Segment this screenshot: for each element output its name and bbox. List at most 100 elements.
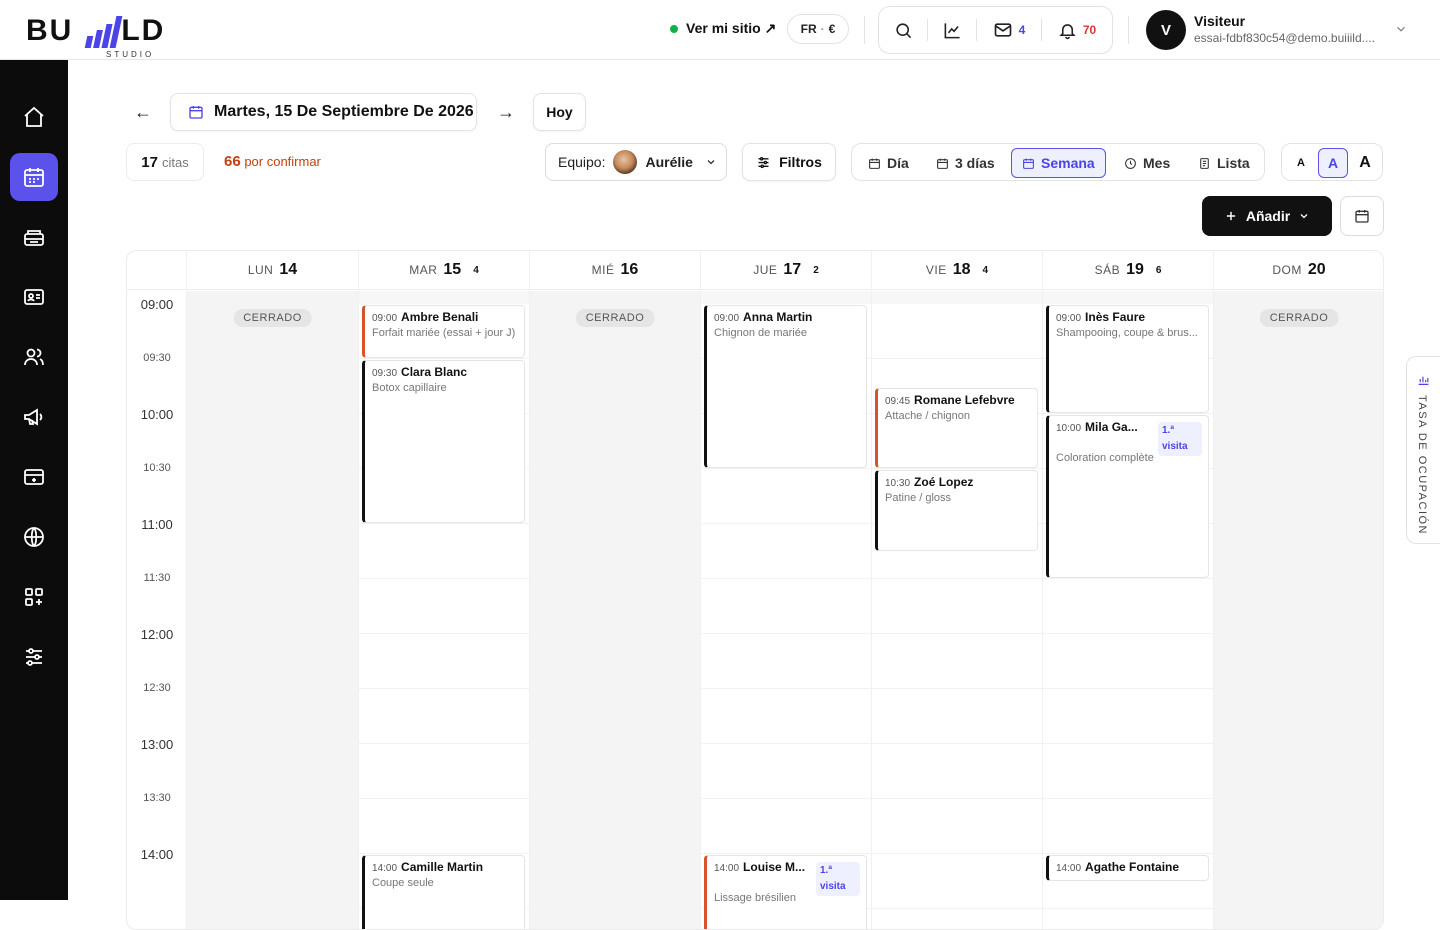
view-week[interactable]: Semana [1011,148,1106,178]
appointment-card[interactable]: 14:00 Camille Martin Coupe seule [362,855,525,929]
sidebar-item-users[interactable] [10,333,58,381]
day-column-closed[interactable]: CERRADO [1214,291,1383,929]
view-3-days[interactable]: 3 días [926,148,1005,178]
user-menu[interactable]: V Visiteur essai-fdbf830c54@demo.buiiild… [1146,10,1416,50]
add-button[interactable]: Añadir [1202,196,1332,236]
appointment-card[interactable]: 14:00 Louise M... 1.ª visita Lissage brésil… [704,855,867,929]
day-column-closed[interactable]: CERRADO [187,291,359,929]
sidebar-item-settings[interactable] [10,633,58,681]
time-slot[interactable] [872,799,1042,854]
time-slot[interactable] [701,579,871,634]
sidebar-item-home[interactable] [10,93,58,141]
appointment-card[interactable]: 10:30 Zoé Lopez Patine / gloss [875,470,1038,551]
appointment-card[interactable]: 09:00 Ambre Benali Forfait mariée (essai +… [362,305,525,358]
time-slot[interactable] [872,689,1042,744]
appointment-card[interactable]: 14:00 Agathe Fontaine [1046,855,1209,881]
sidebar-item-marketing[interactable] [10,393,58,441]
day-column[interactable] [872,291,1043,929]
appointment-card[interactable]: 09:45 Romane Lefebvre Attache / chignon [875,387,1038,468]
first-visit-badge: 1.ª visita [816,862,860,896]
day-header[interactable]: SÁB 19 6 [1043,251,1214,290]
day-header[interactable]: MAR 15 4 [359,251,530,290]
day-header[interactable]: VIE 18 4 [872,251,1043,290]
occupancy-tab[interactable]: TASA DE OCUPACIÓN [1406,356,1440,544]
logo-subtitle: STUDIO [106,50,155,59]
sidebar-item-contacts[interactable] [10,273,58,321]
search-button[interactable] [879,7,927,53]
filters-button[interactable]: Filtros [742,143,836,181]
locale-currency-selector[interactable]: FR · € [787,14,849,44]
top-bar: BU LD STUDIO Ver mi sitio ↗ FR · € 4 70 V V… [0,0,1440,60]
appointment-card[interactable]: 09:00 Inès Faure Shampooing, coupe & brus.… [1046,305,1209,413]
time-slot[interactable] [701,689,871,744]
day-number: 17 [783,261,802,278]
time-slot[interactable] [359,634,529,689]
logo-bars [84,16,123,48]
font-size-small[interactable]: A [1288,148,1314,178]
appointment-time: 10:00 [1056,423,1082,434]
time-slot[interactable] [872,744,1042,799]
time-slot[interactable] [872,909,1042,929]
time-slot[interactable] [1043,634,1213,689]
calendar-icon [937,158,948,169]
view-day[interactable]: Día [858,148,919,178]
appointment-card[interactable]: 09:30 Clara Blanc Botox capillaire [362,360,525,523]
messages-button[interactable]: 4 [977,7,1041,53]
day-column-closed[interactable]: CERRADO [530,291,701,929]
time-slot[interactable] [359,744,529,799]
time-label: 14:00 [140,847,174,862]
day-header[interactable]: LUN 14 [187,251,359,290]
time-slot[interactable] [1043,799,1213,854]
time-slot[interactable] [1043,579,1213,634]
day-header[interactable]: DOM 20 [1214,251,1383,290]
closed-badge: CERRADO [575,309,655,327]
font-size-large[interactable]: A [1352,148,1378,178]
current-date: Martes, 15 De Septiembre De 2026 [214,103,474,120]
time-slot[interactable] [872,634,1042,689]
time-slot[interactable] [359,799,529,854]
view-list[interactable]: Lista [1188,148,1260,178]
next-arrow[interactable]: → [497,102,515,123]
sidebar-item-payments[interactable] [10,453,58,501]
time-slot[interactable] [359,524,529,579]
team-selector[interactable]: Equipo: Aurélie [545,143,727,181]
day-name: VIE [925,263,947,277]
view-month[interactable]: Mes [1114,148,1180,178]
time-slot[interactable] [872,854,1042,909]
logo[interactable]: BU LD STUDIO [26,8,186,59]
day-header[interactable]: MIÉ 16 [530,251,701,290]
time-slot[interactable] [359,689,529,744]
time-slot[interactable] [701,744,871,799]
day-header[interactable]: JUE 17 2 [701,251,872,290]
font-size-medium[interactable]: A [1318,148,1348,178]
time-label: 10:00 [140,407,174,422]
time-slot[interactable] [872,304,1042,359]
time-slot[interactable] [1043,909,1213,929]
pending-count[interactable]: 66 por confirmar [224,153,321,170]
stats-button[interactable] [928,7,976,53]
calendar-picker-button[interactable] [1340,196,1384,236]
notifications-button[interactable]: 70 [1042,7,1112,53]
date-picker[interactable]: Martes, 15 De Septiembre De 2026 [170,93,477,131]
megaphone-icon [24,408,43,426]
time-slot[interactable] [359,579,529,634]
appointment-card[interactable]: 10:00 Mila Ga... 1.ª visita Coloration comp… [1046,415,1209,578]
team-member-name: Aurélie [645,154,693,170]
time-slot[interactable] [701,524,871,579]
avatar: V [1146,10,1186,50]
sidebar-item-register[interactable] [10,213,58,261]
time-slot[interactable] [701,634,871,689]
appointment-card[interactable]: 09:00 Anna Martin Chignon de mariée [704,305,867,468]
today-button[interactable]: Hoy [533,93,586,131]
time-slot[interactable] [701,469,871,524]
sidebar-item-calendar[interactable] [10,153,58,201]
previous-arrow[interactable]: ← [134,102,152,123]
sidebar-item-apps[interactable] [10,573,58,621]
time-slot[interactable] [1043,744,1213,799]
sidebar-item-website[interactable] [10,513,58,561]
time-slot[interactable] [872,579,1042,634]
payment-card-icon [24,469,44,485]
time-slot[interactable] [1043,689,1213,744]
view-site-link[interactable]: Ver mi sitio ↗ [670,20,776,37]
time-slot[interactable] [701,799,871,854]
